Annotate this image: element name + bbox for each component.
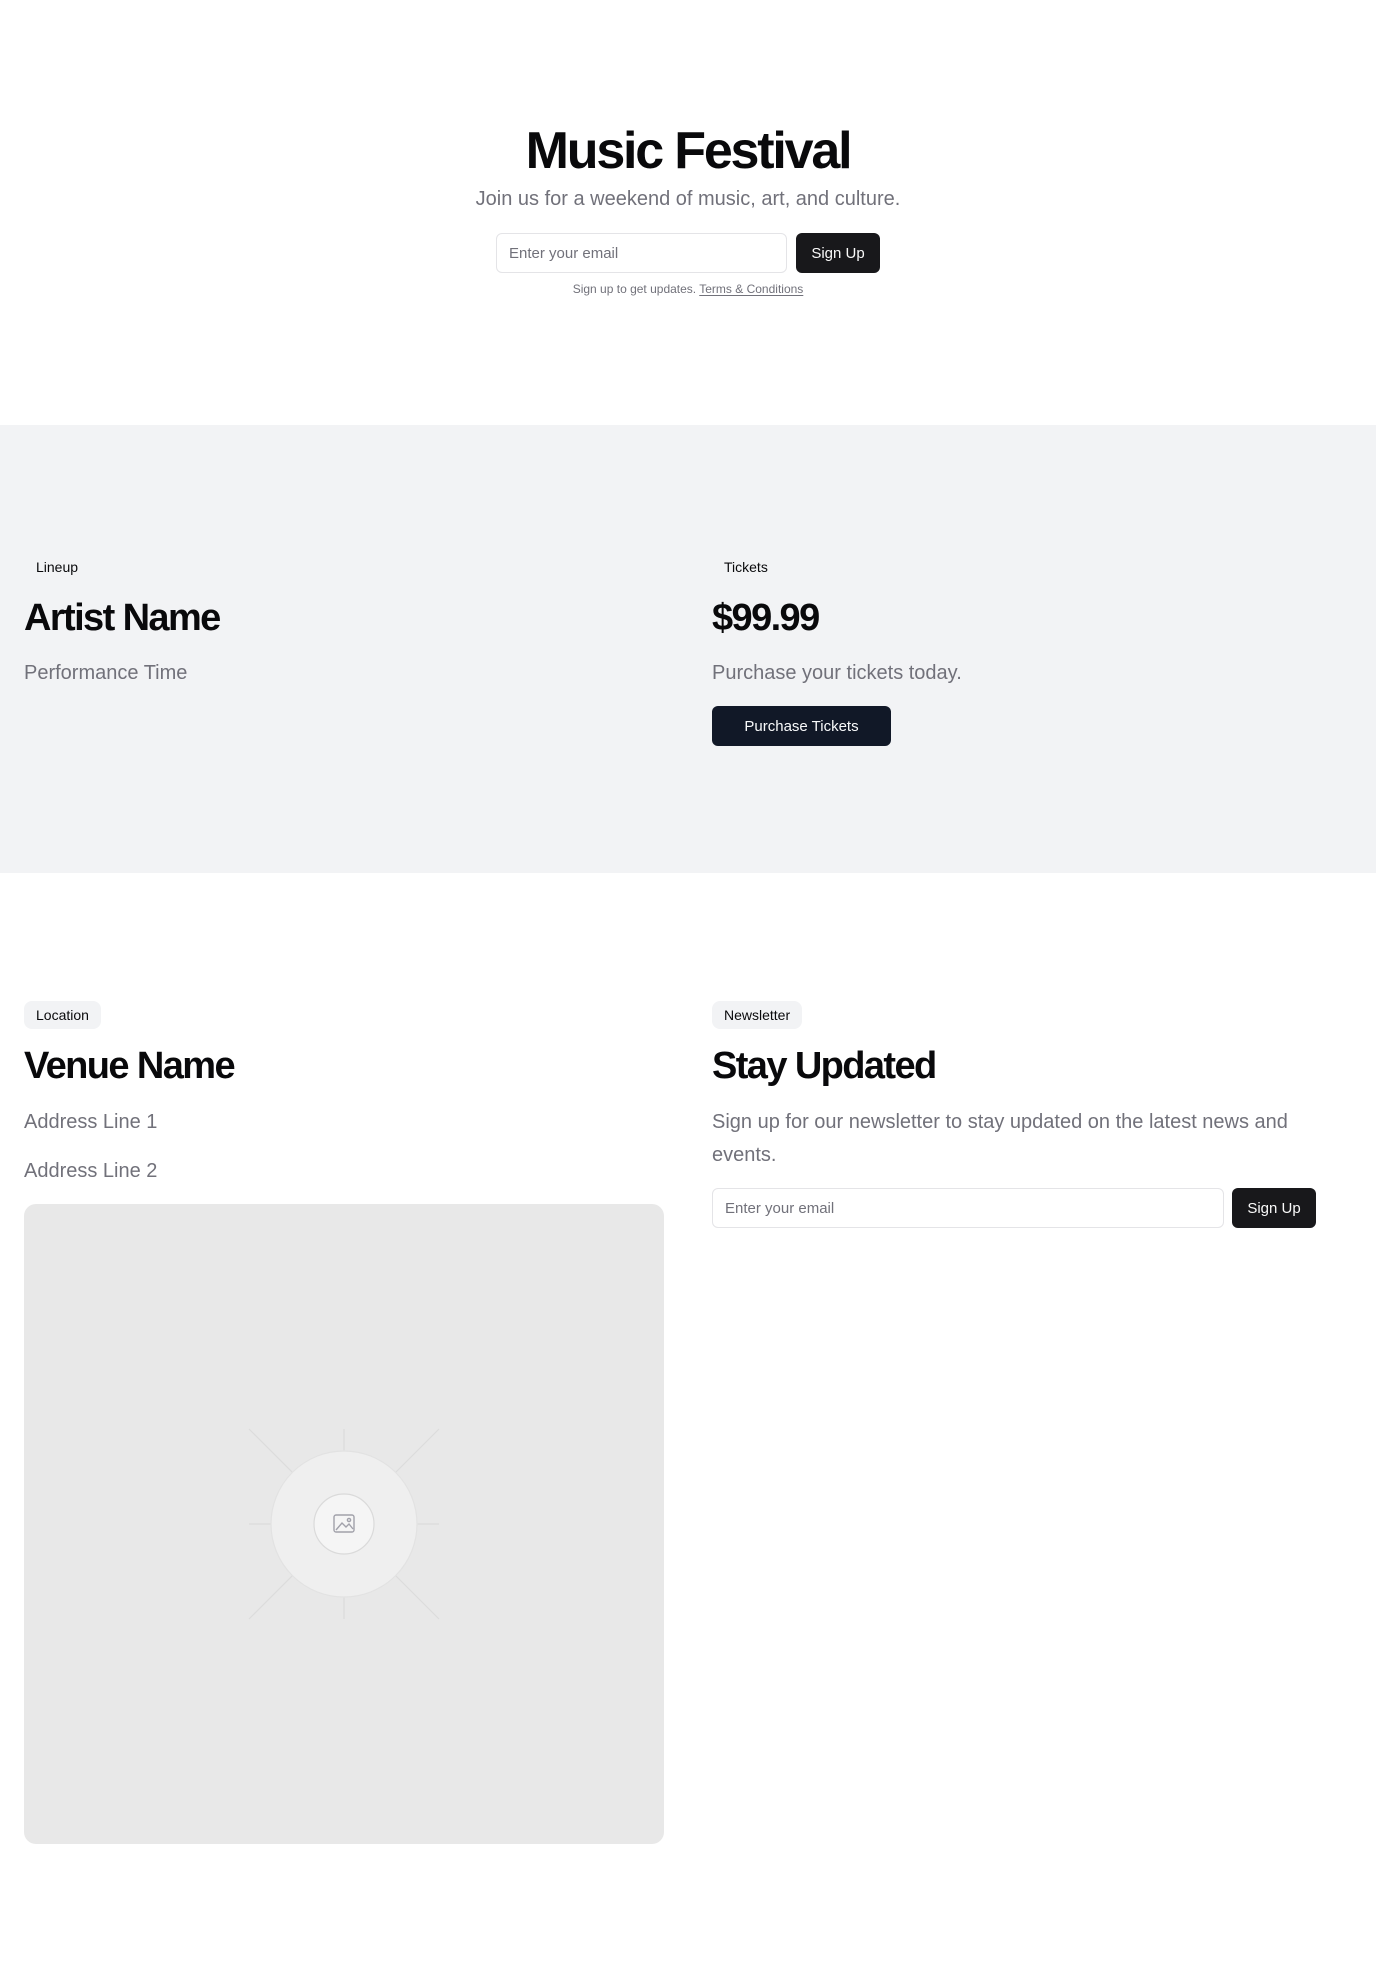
performance-time: Performance Time: [24, 662, 188, 684]
signup-note: Sign up to get updates. Terms & Conditio…: [0, 280, 1376, 298]
address-line-1: Address Line 1: [24, 1111, 158, 1133]
hero-signup-button[interactable]: Sign Up: [796, 233, 880, 273]
lineup-tickets-section: Lineup Artist Name Performance Time Tick…: [0, 425, 1376, 873]
newsletter-email-input[interactable]: [712, 1188, 1224, 1228]
newsletter-tag: Newsletter: [712, 1001, 803, 1029]
hero-email-input[interactable]: [496, 233, 787, 273]
address-line-2: Address Line 2: [24, 1160, 158, 1182]
location-tag: Location: [24, 1001, 101, 1029]
page-title: Music Festival: [525, 122, 853, 180]
newsletter-signup-button[interactable]: Sign Up: [1232, 1188, 1316, 1228]
ticket-price: $99.99: [712, 597, 820, 639]
venue-name: Venue Name: [24, 1045, 236, 1087]
tickets-tag: Tickets: [712, 553, 780, 581]
terms-link[interactable]: Terms & Conditions: [699, 282, 803, 296]
tickets-description: Purchase your tickets today.: [712, 662, 962, 684]
hero-section: Music Festival Join us for a weekend of …: [0, 0, 1376, 425]
newsletter-description: Sign up for our newsletter to stay updat…: [712, 1111, 1288, 1166]
artist-name: Artist Name: [24, 597, 221, 639]
signup-note-text: Sign up to get updates.: [572, 282, 700, 296]
purchase-tickets-button[interactable]: Purchase Tickets: [712, 706, 891, 746]
hero-signup-form: Sign Up: [496, 233, 881, 273]
hero-subtitle: Join us for a weekend of music, art, and…: [475, 188, 901, 210]
map-placeholder-graphic: [248, 1428, 440, 1620]
newsletter-title: Stay Updated: [712, 1045, 937, 1087]
lineup-tag: Lineup: [24, 553, 91, 581]
venue-map-placeholder: [24, 1204, 664, 1844]
